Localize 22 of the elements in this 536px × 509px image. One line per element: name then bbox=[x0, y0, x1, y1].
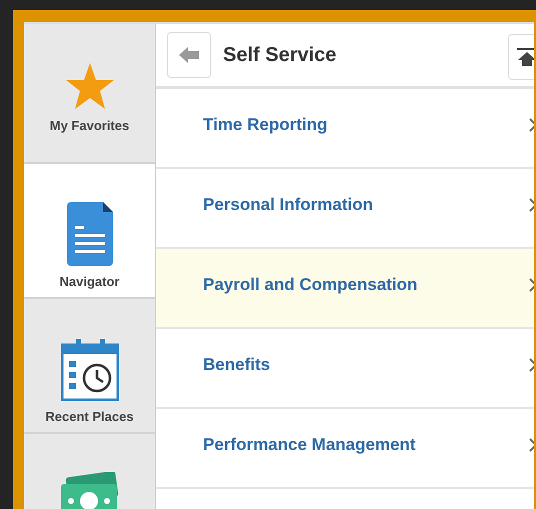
menu-label: Benefits bbox=[203, 355, 270, 375]
star-icon bbox=[64, 62, 114, 110]
menu-row[interactable]: Time Reporting bbox=[156, 89, 534, 169]
back-arrow-icon bbox=[179, 47, 199, 63]
menu-row[interactable]: Payroll and Compensation bbox=[156, 249, 534, 329]
menu-label: Performance Management bbox=[203, 435, 416, 455]
page-title: Self Service bbox=[223, 44, 336, 66]
up-to-top-icon bbox=[517, 48, 534, 66]
sidebar-tab[interactable]: Navigator bbox=[24, 164, 155, 299]
calendar-clock-icon bbox=[60, 337, 118, 401]
back-button[interactable] bbox=[167, 32, 211, 78]
menu-label: Personal Information bbox=[203, 195, 374, 215]
menu-label: Time Reporting bbox=[203, 115, 328, 135]
menu-row[interactable]: Performance Management bbox=[156, 409, 534, 489]
document-icon bbox=[66, 202, 112, 266]
menu-label: Payroll and Compensation bbox=[203, 275, 418, 295]
money-icon bbox=[58, 472, 120, 509]
menu-row[interactable]: Benefits bbox=[156, 329, 534, 409]
tab-label: Navigator bbox=[60, 274, 120, 289]
sidebar-tab[interactable]: Recent Places bbox=[24, 299, 155, 434]
tab-label: My Favorites bbox=[50, 118, 130, 133]
tab-label: Recent Places bbox=[45, 409, 134, 424]
